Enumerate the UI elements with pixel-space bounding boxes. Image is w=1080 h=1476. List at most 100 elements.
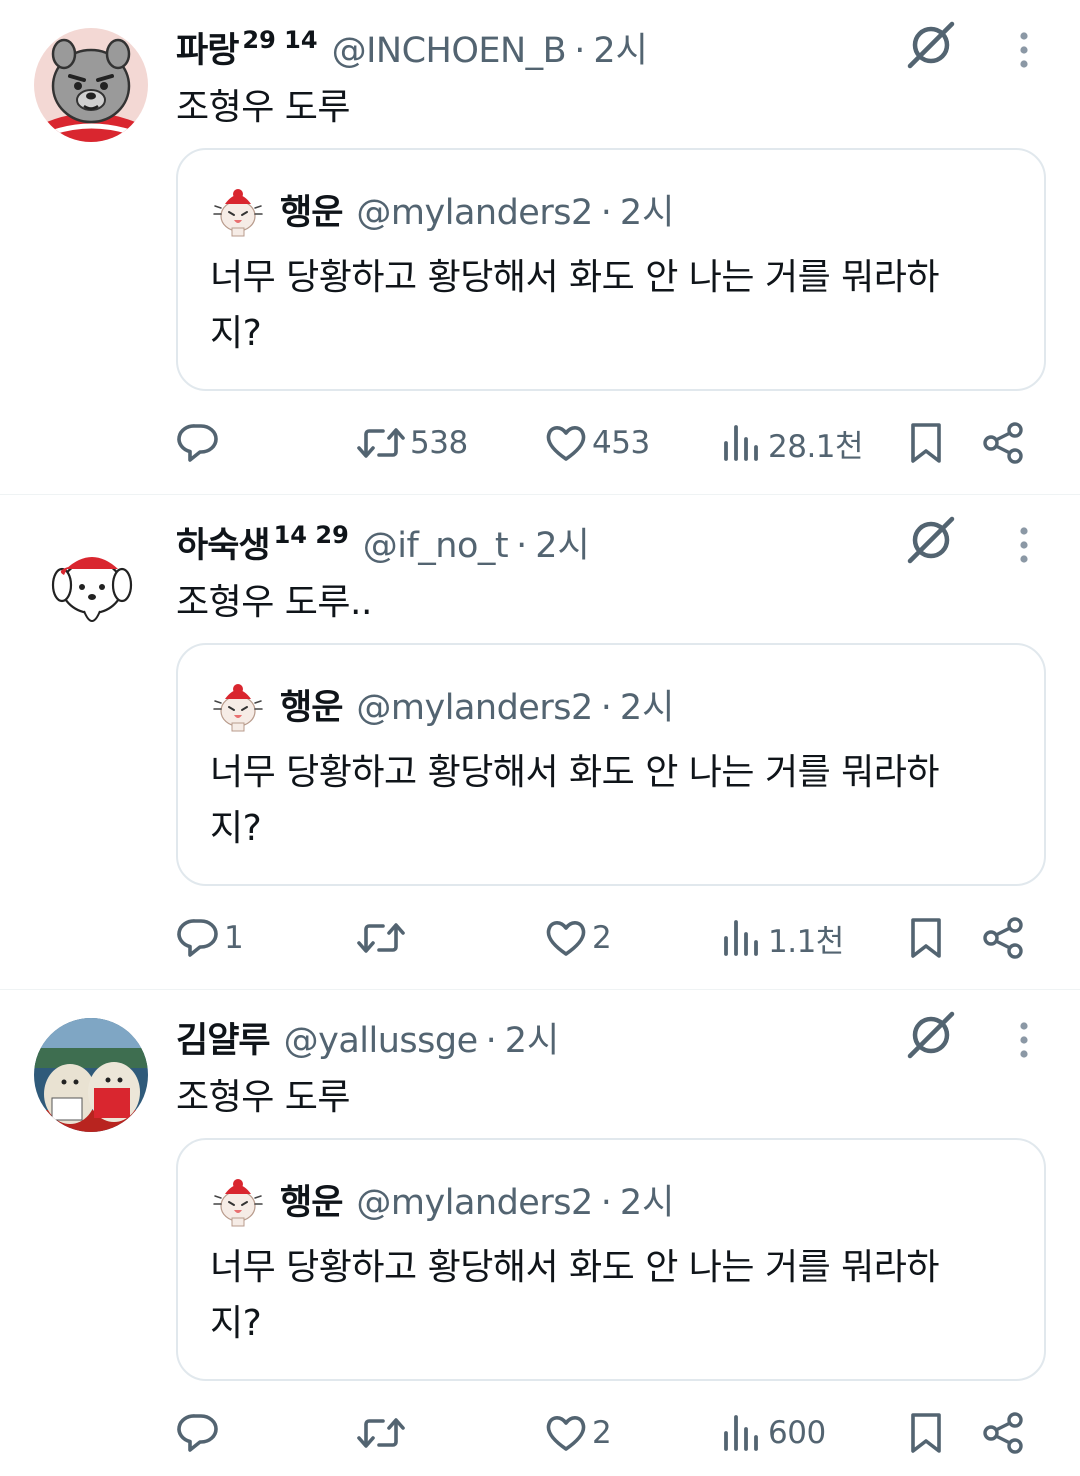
quote-header: 행운 @mylanders2 · 2시 <box>280 1174 674 1225</box>
user-handle[interactable]: @INCHOEN_B <box>332 31 567 71</box>
quote-display-name: 행운 <box>280 688 343 728</box>
bookmark-button[interactable] <box>904 911 948 965</box>
tweet-text: 조형우 도루 <box>176 1077 351 1118</box>
quote-timestamp: 2시 <box>619 193 675 233</box>
tweet[interactable]: 파랑 29 14 @INCHOEN_B · 2시 조형우 도루 행운 @myla… <box>0 0 1080 495</box>
tweet-header: 하숙생 14 29 @if_no_t · 2시 <box>176 517 590 568</box>
quote-avatar <box>210 182 266 238</box>
user-handle[interactable]: @yallussge <box>284 1021 479 1061</box>
cartoon-red-cap-avatar-icon <box>210 1172 266 1228</box>
tweet-text: 조형우 도루 <box>176 87 351 128</box>
reply-button[interactable]: 1 <box>176 911 244 965</box>
share-button[interactable] <box>982 911 1026 965</box>
avatar[interactable] <box>34 1018 148 1132</box>
separator-dot: · <box>516 526 528 566</box>
heart-icon <box>544 916 588 960</box>
share-icon <box>982 421 1026 465</box>
view-count: 600 <box>768 1415 826 1451</box>
like-count: 2 <box>592 920 612 956</box>
bookmark-icon <box>904 1411 948 1455</box>
views-button[interactable]: 1.1천 <box>720 911 844 965</box>
like-button[interactable]: 453 <box>544 416 650 470</box>
reply-icon <box>176 1411 220 1455</box>
separator-dot: · <box>485 1021 497 1061</box>
quote-header: 행운 @mylanders2 · 2시 <box>280 679 674 730</box>
grok-icon[interactable] <box>904 513 958 567</box>
share-button[interactable] <box>982 1406 1026 1460</box>
retweet-icon <box>356 916 406 960</box>
views-button[interactable]: 600 <box>720 1406 826 1460</box>
display-name[interactable]: 파랑 <box>176 22 239 73</box>
quote-user-handle: @mylanders2 <box>356 193 593 233</box>
quote-timestamp: 2시 <box>619 688 675 728</box>
cartoon-red-cap-avatar-icon <box>210 182 266 238</box>
retweet-button[interactable] <box>356 911 410 965</box>
quote-avatar <box>210 1172 266 1228</box>
grok-icon[interactable] <box>904 18 958 72</box>
tweet[interactable]: 하숙생 14 29 @if_no_t · 2시 조형우 도루.. 행운 @myl… <box>0 495 1080 990</box>
view-count: 28.1천 <box>768 428 864 465</box>
quote-text: 너무 당황하고 황당해서 화도 안 나는 거를 뭐라하지? <box>210 1247 940 1344</box>
quote-user-handle: @mylanders2 <box>356 688 593 728</box>
bookmark-button[interactable] <box>904 1406 948 1460</box>
views-chart-icon <box>720 421 764 465</box>
reply-button[interactable] <box>176 416 224 470</box>
views-chart-icon <box>720 916 764 960</box>
timestamp[interactable]: 2시 <box>593 22 647 73</box>
separator-dot: · <box>600 688 612 728</box>
bookmark-icon <box>904 421 948 465</box>
tweet[interactable]: 김얄루 @yallussge · 2시 조형우 도루 행운 @mylanders… <box>0 990 1080 1476</box>
quote-text: 너무 당황하고 황당해서 화도 안 나는 거를 뭐라하지? <box>210 752 940 849</box>
timestamp[interactable]: 2시 <box>505 1012 559 1063</box>
like-count: 453 <box>592 425 650 461</box>
action-bar: 2 600 <box>0 1406 1080 1460</box>
like-button[interactable]: 2 <box>544 1406 612 1460</box>
quoted-tweet[interactable]: 행운 @mylanders2 · 2시 너무 당황하고 황당해서 화도 안 나는… <box>176 148 1046 391</box>
quoted-tweet[interactable]: 행운 @mylanders2 · 2시 너무 당황하고 황당해서 화도 안 나는… <box>176 1138 1046 1381</box>
quote-user-handle: @mylanders2 <box>356 1183 593 1223</box>
avatar[interactable] <box>34 523 148 637</box>
more-vertical-icon[interactable] <box>1006 28 1042 72</box>
reply-count: 1 <box>224 920 244 956</box>
quote-display-name: 행운 <box>280 193 343 233</box>
display-name[interactable]: 김얄루 <box>176 1012 271 1063</box>
bookmark-icon <box>904 916 948 960</box>
views-chart-icon <box>720 1411 764 1455</box>
action-bar: 1 2 1.1천 <box>0 911 1080 965</box>
view-count: 1.1천 <box>768 923 844 960</box>
quoted-tweet[interactable]: 행운 @mylanders2 · 2시 너무 당황하고 황당해서 화도 안 나는… <box>176 643 1046 886</box>
grok-icon[interactable] <box>904 1008 958 1062</box>
reply-button[interactable] <box>176 1406 224 1460</box>
quote-header: 행운 @mylanders2 · 2시 <box>280 184 674 235</box>
action-bar: 538 453 28.1천 <box>0 416 1080 470</box>
gray-cartoon-character-avatar <box>34 28 148 142</box>
views-button[interactable]: 28.1천 <box>720 416 864 470</box>
quote-avatar <box>210 677 266 733</box>
retweet-button[interactable]: 538 <box>356 416 468 470</box>
share-icon <box>982 1411 1026 1455</box>
user-handle[interactable]: @if_no_t <box>363 526 509 566</box>
separator-dot: · <box>600 1183 612 1223</box>
display-name-suffix: 29 14 <box>242 26 318 54</box>
heart-icon <box>544 1411 588 1455</box>
tweet-header: 김얄루 @yallussge · 2시 <box>176 1012 559 1063</box>
separator-dot: · <box>600 193 612 233</box>
more-vertical-icon[interactable] <box>1006 1018 1042 1062</box>
retweet-count: 538 <box>410 425 468 461</box>
avatar[interactable] <box>34 28 148 142</box>
retweet-button[interactable] <box>356 1406 410 1460</box>
quote-timestamp: 2시 <box>619 1183 675 1223</box>
tweet-text: 조형우 도루.. <box>176 582 372 623</box>
retweet-icon <box>356 1411 406 1455</box>
bookmark-button[interactable] <box>904 416 948 470</box>
more-vertical-icon[interactable] <box>1006 523 1042 567</box>
timestamp[interactable]: 2시 <box>535 517 589 568</box>
like-button[interactable]: 2 <box>544 911 612 965</box>
share-icon <box>982 916 1026 960</box>
tweet-header: 파랑 29 14 @INCHOEN_B · 2시 <box>176 22 648 73</box>
display-name[interactable]: 하숙생 <box>176 517 271 568</box>
retweet-icon <box>356 421 406 465</box>
share-button[interactable] <box>982 416 1026 470</box>
like-count: 2 <box>592 1415 612 1451</box>
white-dog-red-cap-avatar <box>34 523 148 637</box>
